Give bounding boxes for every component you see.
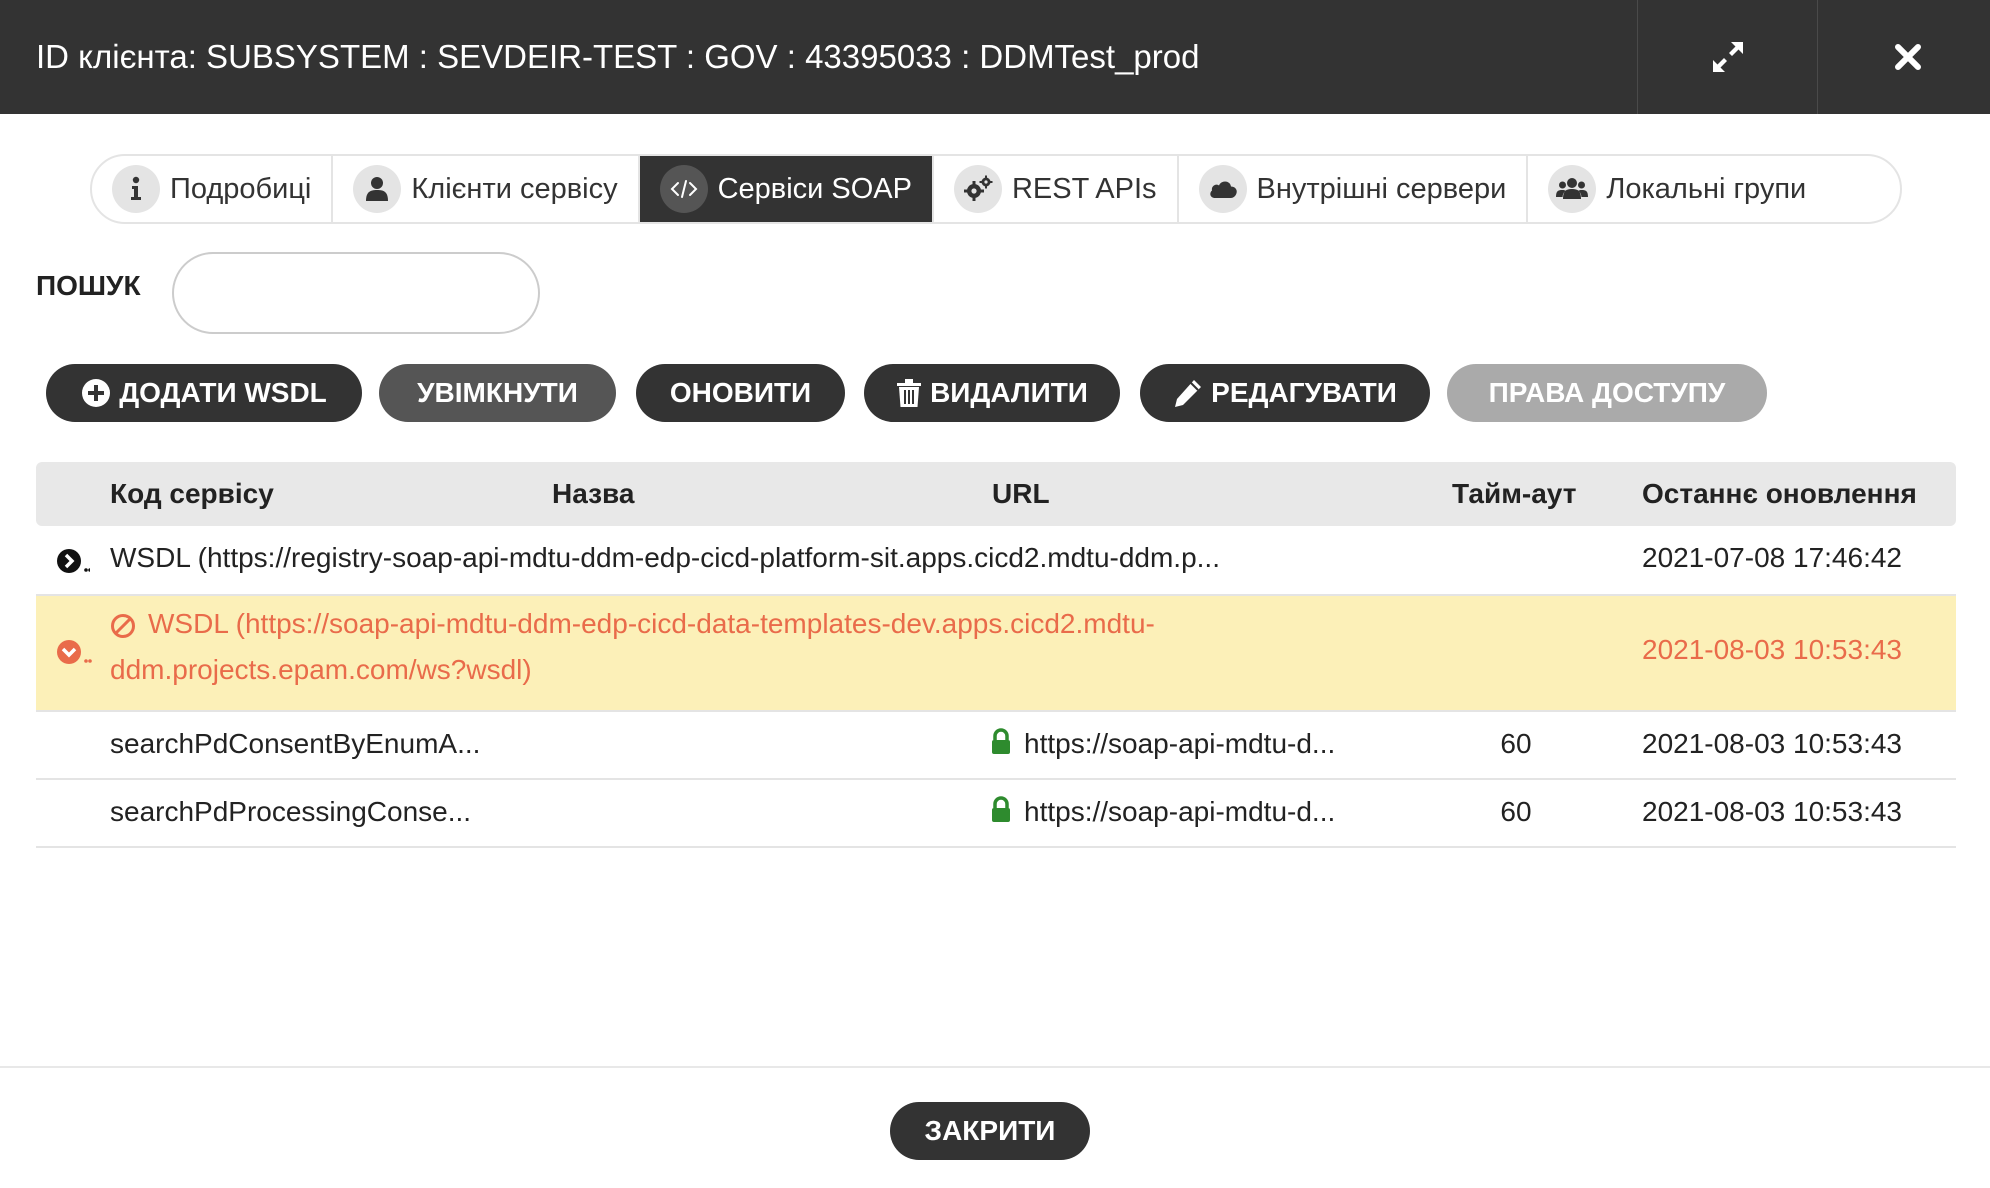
code-icon (659, 165, 708, 213)
disabled-icon (111, 614, 135, 638)
dialog-title: ID клієнта: SUBSYSTEM : SEVDEIR-TEST : G… (36, 38, 1200, 75)
column-header-name[interactable]: Назва (552, 462, 634, 526)
lock-icon (992, 728, 1010, 754)
table-row-service[interactable]: searchPdProcessingConse... https://soap-… (36, 780, 1956, 848)
access-rights-label: ПРАВА ДОСТУПУ (1488, 377, 1726, 408)
search-input[interactable] (172, 252, 540, 334)
last-updated-cell: 2021-08-03 10:53:43 (1642, 634, 1902, 665)
edit-button[interactable]: РЕДАГУВАТИ (1140, 364, 1430, 422)
pencil-icon (1173, 378, 1203, 408)
users-icon (1548, 165, 1597, 213)
expand-chevron-icon[interactable] (56, 548, 90, 574)
column-header-last-updated[interactable]: Останнє оновлення (1642, 462, 1917, 526)
expand-icon (1712, 42, 1743, 72)
enable-label: УВІМКНУТИ (417, 377, 578, 408)
close-button[interactable]: ЗАКРИТИ (890, 1102, 1090, 1160)
column-header-timeout[interactable]: Тайм-аут (1452, 462, 1576, 526)
table-row-wsdl-disabled[interactable]: WSDL (https://soap-api-mdtu-ddm-edp-cicd… (36, 596, 1956, 712)
footer-divider (0, 1066, 1990, 1068)
wsdl-url-line2: ddm.projects.epam.com/ws?wsdl) (110, 654, 532, 685)
tab-label: Сервіси SOAP (717, 172, 912, 205)
tab-bar: Подробиці Клієнти сервісу Сервіси SOAP R… (90, 154, 1902, 224)
delete-button[interactable]: ВИДАЛИТИ (864, 364, 1120, 422)
tab-local-groups[interactable]: Локальні групи (1528, 156, 1826, 222)
edit-label: РЕДАГУВАТИ (1211, 377, 1397, 408)
lock-icon (992, 796, 1010, 822)
tab-soap-services[interactable]: Сервіси SOAP (639, 156, 934, 222)
delete-label: ВИДАЛИТИ (930, 377, 1088, 408)
title-bar: ID клієнта: SUBSYSTEM : SEVDEIR-TEST : G… (0, 0, 1990, 114)
table-row-wsdl[interactable]: WSDL (https://registry-soap-api-mdtu-ddm… (36, 526, 1956, 596)
wsdl-url-text: WSDL (https://registry-soap-api-mdtu-ddm… (110, 542, 1220, 573)
refresh-button[interactable]: ОНОВИТИ (636, 364, 845, 422)
info-icon (112, 165, 160, 213)
column-header-url[interactable]: URL (992, 462, 1050, 526)
close-icon (1894, 44, 1921, 70)
user-icon (353, 165, 402, 213)
table-header: Код сервісу Назва URL Тайм-аут Останнє о… (36, 462, 1956, 526)
search-label: ПОШУК (36, 270, 141, 301)
service-url-cell[interactable]: https://soap-api-mdtu-d... (1024, 796, 1335, 828)
service-code-cell: searchPdConsentByEnumA... (110, 728, 481, 759)
tab-label: Внутрішні сервери (1256, 172, 1507, 205)
tab-label: REST APIs (1011, 172, 1157, 205)
timeout-cell: 60 (1500, 796, 1532, 827)
refresh-label: ОНОВИТИ (669, 377, 812, 408)
timeout-cell: 60 (1500, 728, 1532, 759)
last-updated-cell: 2021-08-03 10:53:43 (1642, 728, 1902, 759)
enable-button[interactable]: УВІМКНУТИ (379, 364, 616, 422)
maximize-button[interactable] (1637, 0, 1817, 114)
tab-internal-servers[interactable]: Внутрішні сервери (1179, 156, 1529, 222)
trash-icon (896, 378, 922, 408)
access-rights-button[interactable]: ПРАВА ДОСТУПУ (1447, 364, 1767, 422)
tab-label: Локальні групи (1606, 172, 1807, 205)
collapse-chevron-icon[interactable] (56, 639, 92, 667)
service-code-cell: searchPdProcessingConse... (110, 796, 472, 827)
last-updated-cell: 2021-07-08 17:46:42 (1642, 542, 1902, 573)
wsdl-url-line1: WSDL (https://soap-api-mdtu-ddm-edp-cicd… (148, 608, 1155, 639)
column-header-code[interactable]: Код сервісу (110, 462, 274, 526)
cloud-icon (1198, 165, 1247, 213)
gears-icon (953, 165, 1002, 213)
add-wsdl-label: ДОДАТИ WSDL (119, 377, 327, 408)
tab-label: Подробиці (170, 172, 312, 205)
table-row-service[interactable]: searchPdConsentByEnumA... https://soap-a… (36, 712, 1956, 780)
plus-circle-icon (81, 378, 111, 408)
close-window-button[interactable] (1817, 0, 1990, 114)
service-url-cell[interactable]: https://soap-api-mdtu-d... (1024, 728, 1335, 760)
tab-label: Клієнти сервісу (411, 172, 618, 205)
add-wsdl-button[interactable]: ДОДАТИ WSDL (46, 364, 362, 422)
tab-details[interactable]: Подробиці (92, 156, 334, 222)
tab-rest-apis[interactable]: REST APIs (934, 156, 1179, 222)
last-updated-cell: 2021-08-03 10:53:43 (1642, 796, 1902, 827)
tab-service-clients[interactable]: Клієнти сервісу (333, 156, 640, 222)
